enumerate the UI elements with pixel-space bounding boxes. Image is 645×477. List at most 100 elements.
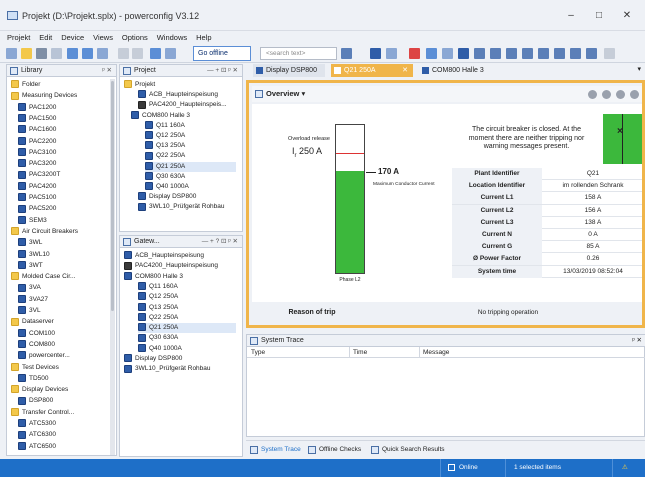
tree-item[interactable]: Q13 250A — [138, 302, 236, 313]
tree-folder[interactable]: Transfer Control... — [11, 407, 110, 418]
tree-item[interactable]: ACB_Haupteinspeisung — [138, 90, 236, 100]
panel-controls[interactable]: ᵖ ✕ — [102, 65, 112, 77]
tab-dropdown-icon[interactable]: ▾ — [637, 65, 641, 73]
menu-views[interactable]: Views — [93, 31, 113, 44]
tree-item[interactable]: 3WL10_Prüfgerät Rohbau — [124, 364, 236, 374]
tree-item[interactable]: SEM3 — [18, 215, 110, 226]
tree-item[interactable]: PAC1200 — [18, 102, 110, 113]
tree-item[interactable]: PAC3200 — [18, 159, 110, 169]
tree-item[interactable]: ATC6500 — [18, 441, 110, 452]
tree-folder[interactable]: Air Circuit Breakers — [11, 227, 110, 237]
search-icon[interactable] — [341, 48, 352, 59]
overview-dropdown-icon[interactable]: ▾ — [301, 89, 305, 98]
go-offline-button[interactable]: Go offline — [193, 46, 251, 61]
tree-item[interactable]: DSP800 — [18, 396, 110, 406]
tree-item[interactable]: Q22 250A — [138, 313, 236, 323]
tree-item[interactable]: COM800 — [18, 340, 110, 350]
connect-icon[interactable] — [426, 48, 437, 59]
save-icon[interactable] — [36, 48, 47, 59]
tree-item[interactable]: Q21 250A — [145, 161, 236, 172]
circle-icon-2[interactable] — [616, 90, 625, 99]
tree-item[interactable]: PAC5200 — [18, 204, 110, 214]
tree-folder[interactable]: Display Devices — [11, 385, 110, 395]
tab-system-trace[interactable]: System Trace — [250, 445, 301, 455]
tree-item[interactable]: ACB_Haupteinspeisung — [124, 251, 236, 261]
col-time[interactable]: Time — [353, 347, 367, 358]
tree-folder[interactable]: Measuring Devices — [11, 91, 110, 101]
tree-item[interactable]: Q30 630A — [145, 172, 236, 182]
close-tab-icon[interactable]: ✕ — [402, 64, 408, 77]
tree-item[interactable]: COM800 Halle 3 — [124, 271, 236, 282]
tree-item[interactable]: PAC4200_Haupteinspeis... — [138, 100, 236, 110]
tree-item[interactable]: 3VA — [18, 283, 110, 293]
tree-item[interactable]: PAC2200 — [18, 136, 110, 147]
tree-item[interactable]: 3WT — [18, 261, 110, 271]
tree-item[interactable]: PAC4200 — [18, 181, 110, 192]
window-icon[interactable] — [442, 48, 453, 59]
tab-display-dsp800[interactable]: Display DSP800 — [253, 64, 325, 77]
tab-com800-halle-3[interactable]: COM800 Halle 3 — [419, 64, 503, 77]
tree-folder[interactable]: Dataserver — [11, 317, 110, 327]
tree-item[interactable]: ATC6300 — [18, 430, 110, 440]
tree-item[interactable]: COM100 — [18, 328, 110, 339]
tree-item[interactable]: powercenter... — [18, 351, 110, 361]
circle-icon-1[interactable] — [602, 90, 611, 99]
tree-item[interactable]: Q13 250A — [145, 141, 236, 151]
online-icon[interactable] — [409, 48, 420, 59]
tree-folder[interactable]: Projekt — [124, 80, 236, 90]
network-icon[interactable] — [150, 48, 161, 59]
panel-controls[interactable]: — + ? ⊡ ᵖ ✕ — [202, 236, 238, 248]
tree-item[interactable]: PAC3100 — [18, 148, 110, 158]
export-icon[interactable] — [82, 48, 93, 59]
panel-controls[interactable]: — + ⊡ ᵖ ✕ — [207, 65, 238, 77]
layout-3-icon[interactable] — [506, 48, 517, 59]
layout-5-icon[interactable] — [538, 48, 549, 59]
close-button[interactable]: ✕ — [619, 9, 635, 23]
tab-offline-checks[interactable]: Offline Checks — [308, 445, 361, 455]
settings-icon[interactable] — [604, 48, 615, 59]
tree-item[interactable]: 3WL10_Prüfgerät Rohbau — [138, 202, 236, 212]
new-project-icon[interactable] — [6, 48, 17, 59]
tree-item[interactable]: PAC3200T — [18, 170, 110, 180]
circle-icon-3[interactable] — [630, 90, 639, 99]
tree-folder[interactable]: Folder — [11, 80, 110, 90]
copy-icon[interactable] — [165, 48, 176, 59]
layout-7-icon[interactable] — [570, 48, 581, 59]
open-folder-icon[interactable] — [21, 48, 32, 59]
tree-item[interactable]: Q40 1000A — [145, 182, 236, 192]
tree-item[interactable]: Q12 250A — [145, 131, 236, 141]
forward-arrow-icon[interactable] — [386, 48, 397, 59]
search-input[interactable]: <search text> — [260, 47, 337, 60]
col-type[interactable]: Type — [251, 347, 265, 358]
warning-icon[interactable]: ⚠ — [622, 463, 628, 473]
library-scrollbar[interactable] — [110, 79, 115, 455]
tree-item[interactable]: Q30 630A — [138, 333, 236, 343]
layout-1-icon[interactable] — [474, 48, 485, 59]
tab-q21-250a[interactable]: Q21 250A ✕ — [331, 64, 413, 77]
tree-item[interactable]: 3VL — [18, 306, 110, 316]
tree-item[interactable]: PAC5100 — [18, 193, 110, 203]
menu-edit[interactable]: Edit — [39, 31, 52, 44]
overview-title[interactable]: Overview — [266, 89, 299, 98]
menu-windows[interactable]: Windows — [157, 31, 187, 44]
import-icon[interactable] — [67, 48, 78, 59]
tree-folder[interactable]: Molded Case Cir... — [11, 272, 110, 282]
layout-4-icon[interactable] — [522, 48, 533, 59]
tab-quick-search-results[interactable]: Quick Search Results — [371, 445, 445, 455]
layout-8-icon[interactable] — [586, 48, 597, 59]
redo-icon[interactable] — [132, 48, 143, 59]
tree-item[interactable]: COM800 Halle 3 — [131, 110, 236, 121]
minimize-button[interactable]: – — [563, 9, 579, 23]
tree-item[interactable]: 3WL10 — [18, 249, 110, 260]
layout-2-icon[interactable] — [490, 48, 501, 59]
back-arrow-icon[interactable] — [370, 48, 381, 59]
tree-item[interactable]: Q11 160A — [145, 121, 236, 131]
tree-item[interactable]: PAC1500 — [18, 114, 110, 124]
panel-controls[interactable]: ᵖ ✕ — [632, 335, 642, 347]
tree-item[interactable]: PAC4200_Haupteinspeisung — [124, 261, 236, 271]
tree-item[interactable]: PAC1600 — [18, 125, 110, 135]
tree-item[interactable]: Display DSP800 — [124, 354, 236, 364]
col-message[interactable]: Message — [423, 347, 449, 358]
tree-folder[interactable]: Test Devices — [11, 362, 110, 373]
layout-6-icon[interactable] — [554, 48, 565, 59]
